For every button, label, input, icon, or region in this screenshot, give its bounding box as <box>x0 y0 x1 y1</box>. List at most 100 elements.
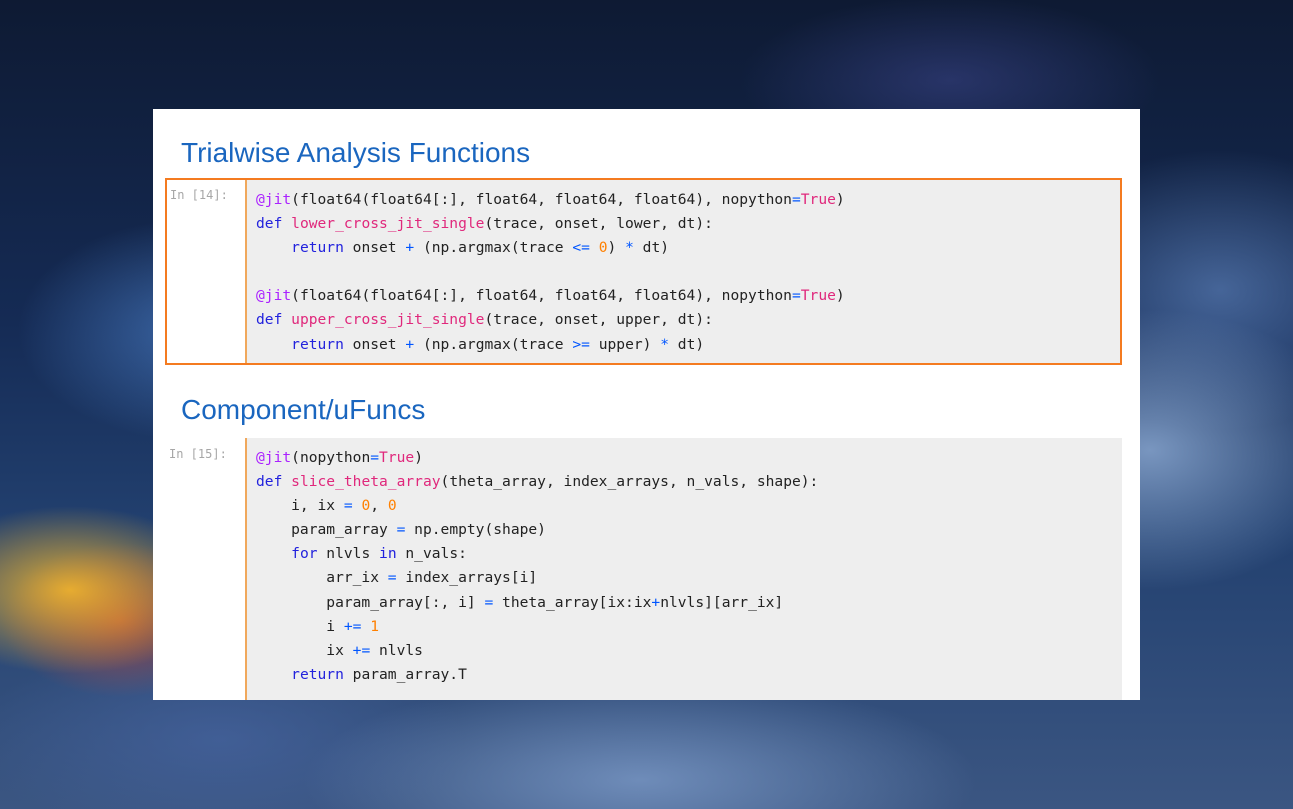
code-token: + <box>405 335 415 353</box>
code-token: nlvls][arr_ix] <box>660 593 784 611</box>
code-line: return param_array.T <box>256 663 818 687</box>
code-token: True <box>379 449 415 466</box>
code-token: , <box>370 497 388 515</box>
code-token: onset <box>343 335 406 353</box>
code-line: for nlvls in n_vals: <box>256 542 818 566</box>
code-token: (np.argmax(trace <box>414 335 573 353</box>
code-token: slice_theta_array <box>291 473 441 491</box>
code-token: index_arrays[i] <box>396 569 538 587</box>
code-token: 0 <box>361 497 371 515</box>
code-token: dt) <box>669 335 705 353</box>
code-token: upper_cross_jit_single <box>291 311 485 329</box>
code-token: += <box>343 617 362 635</box>
code-line: param_array[:, i] = theta_array[ix:ix+nl… <box>256 591 818 615</box>
code-line: param_array = np.empty(shape) <box>256 518 818 542</box>
code-token: param_array[:, i] <box>256 593 485 611</box>
code-token: (theta_array, index_arrays, n_vals, shap… <box>440 473 819 491</box>
code-line: return onset + (np.argmax(trace >= upper… <box>256 333 845 357</box>
cell-prompt: In [15]: <box>169 447 227 461</box>
code-token: param_array.T <box>343 665 467 683</box>
code-token: += <box>352 641 371 659</box>
cell-prompt: In [14]: <box>170 188 228 202</box>
code-token: = <box>484 593 494 611</box>
code-line: arr_ix = index_arrays[i] <box>256 566 818 590</box>
code-token: = <box>791 191 801 208</box>
code-token: onset <box>343 239 406 257</box>
code-token: ix <box>256 641 353 659</box>
code-token: for <box>291 545 318 563</box>
notebook-panel: Trialwise Analysis Functions In [14]: @j… <box>153 109 1140 700</box>
code-text[interactable]: @jit(float64(float64[:], float64, float6… <box>256 188 845 357</box>
code-token: def <box>256 473 283 491</box>
code-token: >= <box>572 335 590 353</box>
code-token: + <box>651 593 661 611</box>
code-token: = <box>791 287 801 305</box>
code-line: @jit(float64(float64[:], float64, float6… <box>256 188 845 212</box>
code-token: param_array <box>256 521 397 539</box>
code-token: nlvls <box>317 545 380 563</box>
code-line: return onset + (np.argmax(trace <= 0) * … <box>256 236 845 260</box>
code-line: i += 1 <box>256 615 818 639</box>
code-token: (trace, onset, lower, dt): <box>484 215 713 233</box>
code-token: arr_ix <box>256 569 388 587</box>
code-token: theta_array[ix:ix <box>493 593 652 611</box>
code-token: @jit <box>256 287 292 305</box>
code-token: (np.argmax(trace <box>414 239 573 257</box>
code-token: ) <box>607 239 626 257</box>
code-token: return <box>291 665 344 683</box>
code-token: 0 <box>598 239 608 257</box>
code-line: def slice_theta_array(theta_array, index… <box>256 470 818 494</box>
code-line: ix += nlvls <box>256 639 818 663</box>
code-token: True <box>800 287 836 305</box>
code-token: (float64(float64[:], float64, float64, f… <box>291 287 792 305</box>
code-cell-14[interactable]: In [14]: @jit(float64(float64[:], float6… <box>165 178 1122 365</box>
code-line: i, ix = 0, 0 <box>256 494 818 518</box>
code-token: = <box>387 569 397 587</box>
section-heading-trialwise: Trialwise Analysis Functions <box>181 137 531 168</box>
code-cell-15[interactable]: In [15]: @jit(nopython=True) def slice_th… <box>165 438 1122 700</box>
code-token: np.empty(shape) <box>405 521 546 539</box>
code-editor[interactable]: @jit(float64(float64[:], float64, float6… <box>245 180 1120 363</box>
code-token: 1 <box>370 617 380 635</box>
code-text[interactable]: @jit(nopython=True) def slice_theta_array… <box>256 446 818 687</box>
code-token: (trace, onset, upper, dt): <box>484 311 713 329</box>
code-line: @jit(nopython=True) <box>256 446 818 470</box>
code-token: * <box>625 239 634 257</box>
code-token: = <box>370 449 380 466</box>
code-token: (float64(float64[:], float64, float64, f… <box>291 191 792 208</box>
code-token: n_vals: <box>396 545 467 563</box>
code-token: 0 <box>387 497 397 515</box>
code-token: ) <box>835 287 845 305</box>
code-token: return <box>291 239 344 257</box>
code-line: def lower_cross_jit_single(trace, onset,… <box>256 212 845 236</box>
code-token: def <box>256 311 283 329</box>
code-token: i <box>256 617 344 635</box>
code-token: return <box>291 335 344 353</box>
code-token: ) <box>414 449 423 466</box>
code-token: dt) <box>633 239 670 257</box>
code-token: + <box>405 239 415 257</box>
code-token: def <box>256 215 283 233</box>
section-heading-ufuncs: Component/uFuncs <box>181 394 426 425</box>
code-token: <= <box>572 239 590 257</box>
code-token: * <box>660 335 670 353</box>
code-token: nlvls <box>370 641 423 659</box>
code-token: = <box>343 497 353 515</box>
code-token: i, ix <box>256 497 344 515</box>
code-token: lower_cross_jit_single <box>291 215 485 233</box>
code-token: @jit <box>256 449 292 466</box>
code-token: @jit <box>256 191 292 208</box>
code-editor[interactable]: @jit(nopython=True) def slice_theta_array… <box>245 438 1122 700</box>
code-token: (nopython <box>291 449 371 466</box>
code-token: True <box>800 191 836 208</box>
code-token: in <box>379 545 397 563</box>
